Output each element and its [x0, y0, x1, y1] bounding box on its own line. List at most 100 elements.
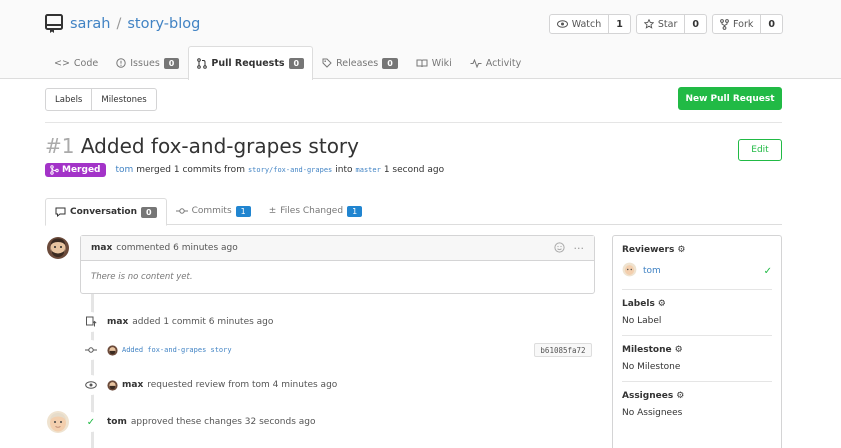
fork-icon — [720, 18, 729, 30]
event-user-link[interactable]: max — [122, 380, 143, 390]
fork-count[interactable]: 0 — [760, 15, 782, 33]
star-button[interactable]: Star 0 — [635, 14, 708, 34]
milestone-title[interactable]: Milestone ⚙ — [622, 345, 772, 355]
pr-into-text: into — [335, 165, 353, 175]
reviewer-name-link[interactable]: tom — [643, 266, 661, 276]
fork-label-wrap: Fork — [713, 15, 760, 33]
gear-icon[interactable]: ⚙ — [658, 299, 666, 309]
tab-activity[interactable]: Activity — [461, 46, 531, 79]
commit-message-link[interactable]: Added fox-and-grapes story — [122, 346, 232, 354]
book-icon — [416, 59, 428, 67]
avatar — [622, 262, 637, 280]
comment-meta: commented 6 minutes ago — [116, 243, 238, 253]
repo-name-link[interactable]: story-blog — [127, 16, 200, 32]
assignees-title[interactable]: Assignees ⚙ — [622, 391, 772, 401]
labels-filter-button[interactable]: Labels — [46, 89, 91, 110]
commits-count-badge: 1 — [235, 205, 251, 217]
watch-count[interactable]: 1 — [608, 15, 630, 33]
merge-icon — [50, 165, 59, 175]
reviewers-label: Reviewers — [622, 245, 675, 255]
star-count[interactable]: 0 — [684, 15, 706, 33]
gear-icon[interactable]: ⚙ — [677, 245, 685, 255]
tab-conversation-label: Conversation — [70, 207, 138, 217]
event-user-link[interactable]: tom — [107, 417, 127, 427]
commit-icon — [81, 340, 101, 360]
commit-icon — [175, 208, 188, 214]
milestones-filter-button[interactable]: Milestones — [91, 89, 155, 110]
comment-box: max commented 6 minutes ago ··· There is… — [80, 235, 595, 294]
repo-icon — [45, 14, 63, 33]
star-icon — [643, 19, 654, 29]
avatar[interactable] — [45, 409, 71, 435]
event-user-link[interactable]: max — [107, 317, 128, 327]
emoji-icon[interactable] — [553, 241, 565, 253]
repo-action-buttons: Watch 1 Star 0 Fork 0 — [548, 14, 783, 34]
base-branch-link[interactable]: master — [356, 166, 381, 174]
comment-author-link[interactable]: max — [91, 243, 112, 253]
repo-header: sarah / story-blog Watch 1 Star 0 Fork 0 — [0, 0, 841, 80]
avatar — [107, 379, 118, 391]
comment-header: max commented 6 minutes ago ··· — [81, 236, 594, 261]
commit-sha-button[interactable]: b61085fa72 — [534, 343, 592, 357]
timeline-event-added-commit: max added 1 commit 6 minutes ago — [81, 312, 273, 332]
head-branch-link[interactable]: story/fox-and-grapes — [248, 166, 332, 174]
star-label: Star — [657, 18, 678, 30]
tab-commits-label: Commits — [191, 206, 232, 216]
labels-title[interactable]: Labels ⚙ — [622, 299, 772, 309]
milestone-label: Milestone — [622, 345, 672, 355]
files-changed-count-badge: 1 — [347, 205, 363, 217]
milestone-section: Milestone ⚙ No Milestone — [622, 336, 772, 382]
edit-button[interactable]: Edit — [738, 139, 782, 161]
reviewer-row: tom ✓ — [622, 262, 772, 280]
tab-code-label: Code — [73, 57, 99, 69]
tab-wiki[interactable]: Wiki — [407, 46, 461, 79]
status-badge-label: Merged — [62, 165, 101, 175]
reviewers-title[interactable]: Reviewers ⚙ — [622, 245, 772, 255]
max-avatar-image — [47, 237, 69, 259]
new-pull-request-button[interactable]: New Pull Request — [678, 87, 782, 110]
comment-body: There is no content yet. — [91, 272, 193, 282]
pull-request-icon — [197, 58, 208, 69]
pulse-icon — [470, 58, 482, 68]
plus-minus-icon: ± — [268, 206, 277, 216]
tab-files-changed[interactable]: ± Files Changed 1 — [260, 198, 371, 224]
pr-author-link[interactable]: tom — [116, 165, 134, 175]
timeline-event-review-request: max requested review from tom 4 minutes … — [81, 375, 337, 395]
event-text: requested review from tom 4 minutes ago — [147, 380, 338, 390]
tab-commits[interactable]: Commits 1 — [167, 198, 260, 224]
tab-releases[interactable]: Releases 0 — [313, 46, 407, 79]
labels-label: Labels — [622, 299, 655, 309]
fork-button[interactable]: Fork 0 — [712, 14, 783, 34]
tab-wiki-label: Wiki — [431, 57, 452, 69]
tag-icon — [322, 58, 332, 68]
avatar[interactable] — [45, 235, 71, 261]
repo-nav-tabs: <> Code Issues 0 Pull Requests 0 Release… — [45, 46, 531, 80]
watch-label: Watch — [571, 18, 602, 30]
pr-meta: Merged tom merged 1 commits from story/f… — [45, 163, 444, 177]
gear-icon[interactable]: ⚙ — [676, 391, 684, 401]
push-icon — [81, 312, 101, 332]
more-icon[interactable]: ··· — [574, 242, 585, 255]
status-badge: Merged — [45, 163, 106, 177]
check-icon: ✓ — [763, 265, 772, 277]
tab-releases-label: Releases — [336, 57, 379, 69]
pr-title-text: Added fox-and-grapes story — [80, 134, 359, 158]
code-icon: <> — [54, 57, 70, 69]
pr-number: #1 — [45, 134, 75, 158]
labels-section: Labels ⚙ No Label — [622, 290, 772, 336]
gear-icon[interactable]: ⚙ — [675, 345, 683, 355]
repo-owner-link[interactable]: sarah — [70, 16, 110, 32]
timeline-event-approval: ✓ tom approved these changes 32 seconds … — [81, 412, 316, 432]
tab-code[interactable]: <> Code — [45, 46, 107, 79]
tom-avatar-image — [47, 411, 69, 433]
filter-buttons: Labels Milestones — [45, 88, 157, 111]
watch-button[interactable]: Watch 1 — [548, 14, 631, 34]
tab-issues[interactable]: Issues 0 — [107, 46, 188, 79]
avatar — [107, 344, 118, 356]
tab-conversation[interactable]: Conversation 0 — [45, 198, 167, 226]
repo-separator: / — [116, 16, 122, 32]
pr-merge-time: 1 second ago — [383, 165, 445, 175]
issue-icon — [116, 58, 126, 68]
fork-label: Fork — [733, 18, 754, 30]
tab-pull-requests[interactable]: Pull Requests 0 — [188, 46, 314, 80]
